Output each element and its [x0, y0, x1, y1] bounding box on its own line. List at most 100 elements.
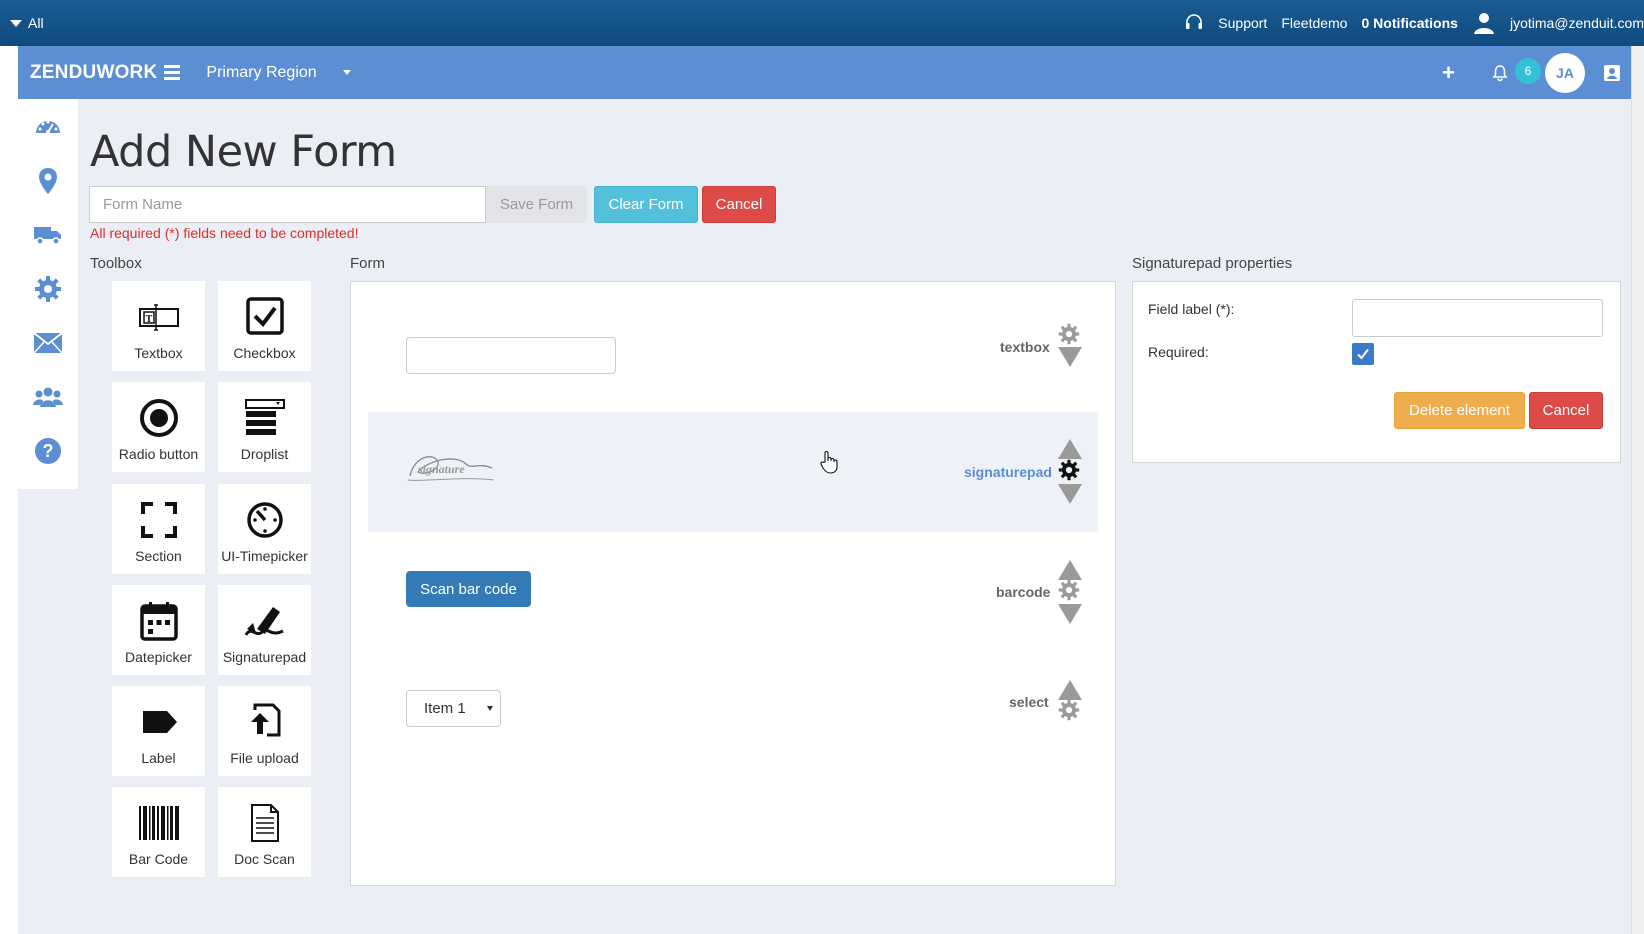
- toolbox-label: Label: [141, 750, 176, 766]
- move-down-arrow-icon[interactable]: [1058, 347, 1082, 367]
- toolbox-item-timepicker[interactable]: UI-Timepicker: [218, 484, 311, 574]
- caret-down-icon: [342, 70, 351, 75]
- toolbox-item-radio-button[interactable]: Radio button: [112, 382, 205, 472]
- caret-down-icon: [487, 706, 493, 711]
- required-caption: Required:: [1148, 344, 1209, 360]
- move-up-arrow-icon[interactable]: [1058, 560, 1082, 580]
- toolbox-item-file-upload[interactable]: File upload: [218, 686, 311, 776]
- toolbox-label: Section: [135, 548, 182, 564]
- settings-gear-icon[interactable]: [1058, 579, 1080, 606]
- checkmark-icon: [1357, 348, 1369, 360]
- notifications-button[interactable]: 6: [1491, 57, 1541, 84]
- toolbox-label: Droplist: [240, 446, 289, 462]
- headset-icon[interactable]: [1184, 13, 1204, 33]
- caret-down-icon: [10, 19, 22, 27]
- region-selector[interactable]: Primary Region: [206, 63, 351, 82]
- notifications-link[interactable]: 0 Notifications: [1361, 15, 1457, 31]
- toolbox-item-doc-scan[interactable]: Doc Scan: [218, 787, 311, 877]
- hand-cursor-icon: [820, 450, 838, 479]
- signature-preview-text: signature: [417, 462, 465, 476]
- field-label-input[interactable]: [1352, 299, 1603, 337]
- radio-button-icon: [139, 399, 178, 437]
- checkbox-icon: [245, 297, 284, 335]
- textbox-preview-input[interactable]: [406, 337, 616, 374]
- toolbox-item-signaturepad[interactable]: Signaturepad: [218, 585, 311, 675]
- avatar[interactable]: JA: [1545, 52, 1585, 93]
- contact-card-icon[interactable]: [1603, 64, 1621, 82]
- calendar-icon: [139, 602, 178, 641]
- element-type-label: select: [1009, 694, 1049, 710]
- element-type-label: signaturepad: [964, 464, 1052, 480]
- svg-text:?: ?: [43, 441, 54, 461]
- user-icon[interactable]: [1472, 11, 1496, 35]
- toolbox-item-label[interactable]: Label: [112, 686, 205, 776]
- toolbox-item-droplist[interactable]: Droplist: [218, 382, 311, 472]
- toolbox-label: Datepicker: [125, 649, 192, 665]
- section-icon: [140, 502, 177, 538]
- toolbox-heading: Toolbox: [90, 255, 142, 272]
- bell-icon: [1492, 64, 1508, 81]
- move-up-arrow-icon[interactable]: [1058, 439, 1082, 459]
- truck-icon[interactable]: [32, 219, 64, 251]
- move-down-arrow-icon[interactable]: [1058, 484, 1082, 504]
- region-label: Primary Region: [206, 63, 317, 81]
- toolbox-label: Bar Code: [128, 851, 189, 867]
- add-icon[interactable]: +: [1442, 60, 1455, 86]
- element-type-label: barcode: [996, 584, 1051, 600]
- validation-error-message: All required (*) fields need to be compl…: [90, 225, 359, 241]
- account-name[interactable]: Fleetdemo: [1281, 15, 1347, 31]
- app-header: ZENDUWORK Primary Region + 6 JA: [18, 46, 1631, 99]
- move-down-arrow-icon[interactable]: [1058, 604, 1082, 624]
- timepicker-icon: [246, 502, 283, 538]
- toolbox-item-datepicker[interactable]: Datepicker: [112, 585, 205, 675]
- page-title: Add New Form: [90, 127, 397, 177]
- select-dropdown[interactable]: Item 1: [406, 690, 501, 727]
- signature-preview: signature: [404, 446, 500, 495]
- help-icon[interactable]: ?: [32, 435, 64, 467]
- scope-label: All: [28, 15, 44, 31]
- settings-gear-icon[interactable]: [1058, 459, 1080, 486]
- properties-cancel-button[interactable]: Cancel: [1529, 392, 1603, 429]
- toolbox-item-checkbox[interactable]: Checkbox: [218, 281, 311, 371]
- map-pin-icon[interactable]: [32, 165, 64, 197]
- move-up-arrow-icon[interactable]: [1058, 680, 1082, 700]
- toolbox-item-textbox[interactable]: T Textbox: [112, 281, 205, 371]
- clear-form-button[interactable]: Clear Form: [594, 186, 698, 223]
- settings-gear-icon[interactable]: [32, 273, 64, 305]
- save-form-button[interactable]: Save Form: [486, 186, 587, 223]
- barcode-icon: [138, 806, 179, 840]
- cancel-button[interactable]: Cancel: [702, 186, 776, 223]
- toolbox-label: File upload: [230, 750, 299, 766]
- side-navigation: ?: [18, 99, 78, 489]
- scan-bar-code-button[interactable]: Scan bar code: [406, 571, 531, 607]
- vertical-scrollbar[interactable]: [1631, 46, 1644, 934]
- form-heading: Form: [350, 255, 385, 272]
- signature-icon: [244, 607, 284, 636]
- user-email[interactable]: jyotima@zenduit.com: [1510, 15, 1644, 31]
- system-topbar: All Support Fleetdemo 0 Notifications jy…: [0, 0, 1644, 46]
- required-checkbox[interactable]: [1352, 343, 1374, 365]
- dashboard-gauge-icon[interactable]: [32, 111, 64, 143]
- mail-icon[interactable]: [32, 327, 64, 359]
- field-label-caption: Field label (*):: [1148, 301, 1235, 317]
- settings-gear-icon[interactable]: [1058, 699, 1080, 726]
- toolbox-label: Signaturepad: [222, 649, 307, 665]
- hamburger-menu-icon[interactable]: [164, 65, 181, 80]
- users-group-icon[interactable]: [32, 381, 64, 413]
- select-value: Item 1: [424, 700, 466, 717]
- toolbox-label: UI-Timepicker: [221, 548, 308, 564]
- settings-gear-icon[interactable]: [1058, 323, 1080, 350]
- tag-icon: [142, 711, 177, 733]
- textbox-icon: T: [138, 304, 179, 331]
- brand-logo[interactable]: ZENDUWORK: [30, 61, 181, 84]
- brand-name: ZENDUWORK: [30, 61, 158, 83]
- scope-selector[interactable]: All: [10, 15, 44, 31]
- support-link[interactable]: Support: [1218, 15, 1267, 31]
- toolbox-item-bar-code[interactable]: Bar Code: [112, 787, 205, 877]
- form-name-input[interactable]: [89, 186, 486, 223]
- delete-element-button[interactable]: Delete element: [1394, 392, 1525, 429]
- file-upload-icon: [250, 703, 280, 737]
- droplist-icon: [244, 399, 285, 435]
- toolbox-item-section[interactable]: Section: [112, 484, 205, 574]
- toolbox-label: Radio button: [118, 446, 199, 462]
